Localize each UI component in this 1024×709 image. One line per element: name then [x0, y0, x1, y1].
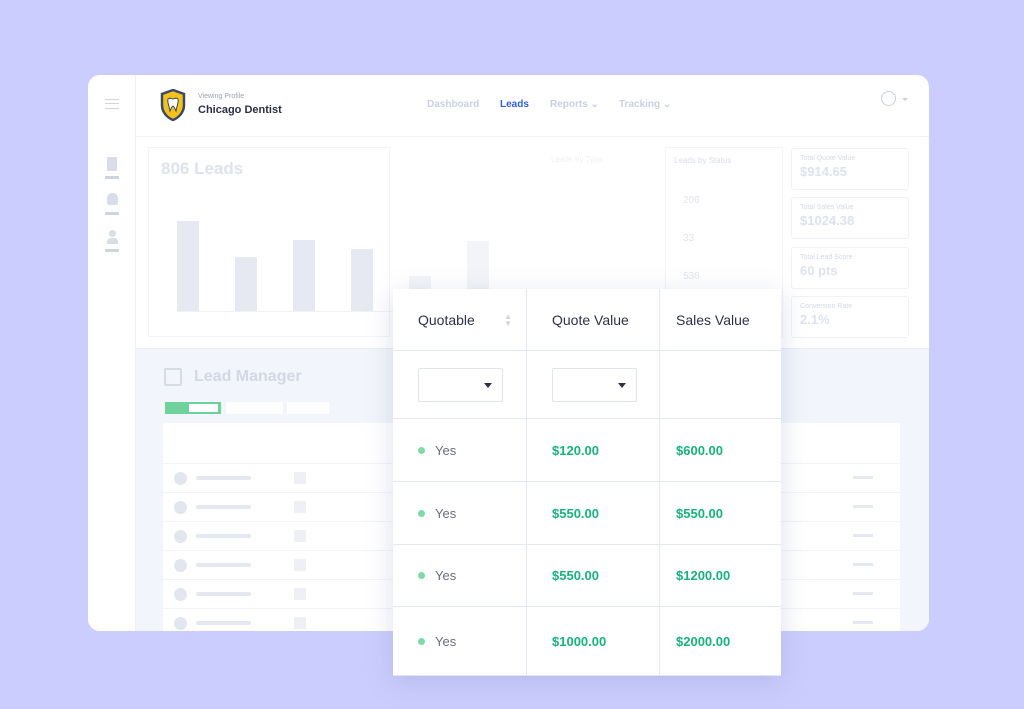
stat-total-lead-score: Total Lead Score 60 pts — [791, 247, 909, 289]
chevron-down-icon[interactable] — [902, 98, 908, 104]
quote-value-filter-dropdown[interactable] — [552, 367, 637, 402]
quotable-cell: Yes — [393, 419, 527, 482]
nav-reports[interactable]: Reports ⌄ — [550, 99, 599, 110]
quotable-value: Yes — [435, 442, 457, 458]
menu-icon[interactable] — [105, 99, 119, 109]
quote-value-cell: $120.00 — [527, 419, 660, 482]
filter-chip[interactable] — [287, 402, 329, 414]
stat-total-sales-value: Total Sales Value $1024.38 — [791, 197, 909, 239]
building-icon[interactable] — [105, 157, 119, 179]
sales-value-cell: $550.00 — [660, 482, 781, 545]
sales-value-cell: $1200.00 — [660, 545, 781, 607]
sales-value-cell: $600.00 — [660, 419, 781, 482]
quote-value-cell: $1000.00 — [527, 607, 660, 676]
stat-value: $1024.38 — [800, 213, 855, 228]
column-label: Quotable — [418, 311, 475, 328]
type-title: Leads by Type — [551, 155, 603, 164]
stat-value: 2.1% — [800, 312, 830, 327]
chart-bar — [177, 221, 199, 311]
quotable-value: Yes — [435, 633, 457, 649]
lead-manager-icon — [164, 368, 182, 386]
chart-bar — [293, 240, 315, 311]
header: Viewing Profile Chicago Dentist Dashboar… — [136, 75, 929, 137]
account-avatar-icon[interactable] — [881, 91, 896, 106]
quote-filter-cell — [527, 351, 660, 419]
status-dot — [418, 572, 425, 579]
stat-value: $914.65 — [800, 164, 847, 179]
chart-bar — [235, 257, 257, 311]
quotable-value: Yes — [435, 505, 457, 521]
status-count: 33 — [683, 233, 695, 244]
status-dot — [418, 446, 425, 454]
status-title: Leads by Status — [674, 156, 732, 165]
lead-manager-title: Lead Manager — [194, 368, 302, 385]
team-icon[interactable] — [105, 193, 119, 215]
column-header-quotable[interactable]: Quotable ▲ ▼ — [393, 289, 527, 351]
status-count: 538 — [683, 271, 700, 282]
quotable-cell: Yes — [393, 545, 527, 607]
profile-name: Chicago Dentist — [198, 104, 282, 116]
tooth-shield-logo — [160, 89, 186, 121]
quotable-filter-dropdown[interactable] — [418, 367, 503, 402]
sales-filter-cell — [660, 351, 781, 419]
sort-icon[interactable]: ▲ ▼ — [504, 312, 512, 327]
stat-conversion-rate: Conversion Rate 2.1% — [791, 296, 909, 338]
nav-dashboard[interactable]: Dashboard — [427, 99, 479, 110]
sales-value-cell: $2000.00 — [660, 607, 781, 676]
quotable-cell: Yes — [393, 607, 527, 676]
column-header-sales-value[interactable]: Sales Value — [660, 289, 781, 351]
viewing-profile-label: Viewing Profile — [198, 93, 245, 100]
stat-label: Total Quote Value — [800, 155, 856, 162]
user-icon[interactable] — [105, 230, 119, 252]
sidebar — [88, 75, 136, 631]
leads-count-title: 806 Leads — [161, 159, 244, 178]
stat-label: Conversion Rate — [800, 303, 853, 310]
status-dot — [418, 509, 425, 517]
chart-bar — [351, 249, 373, 311]
nav-tracking[interactable]: Tracking ⌄ — [619, 99, 671, 110]
nav-leads[interactable]: Leads — [500, 99, 529, 110]
column-header-quote-value[interactable]: Quote Value — [527, 289, 660, 351]
quote-value-cell: $550.00 — [527, 482, 660, 545]
filter-toggle[interactable] — [165, 402, 221, 414]
quote-value-cell: $550.00 — [527, 545, 660, 607]
quotable-value: Yes — [435, 568, 457, 583]
stat-label: Total Lead Score — [800, 254, 853, 261]
leads-table-detail: Quotable ▲ ▼ Quote Value Sales Value Yes $… — [393, 289, 781, 676]
quotable-filter-cell — [393, 351, 527, 419]
stat-label: Total Sales Value — [800, 204, 854, 211]
stat-value: 60 pts — [800, 263, 838, 278]
filter-chip[interactable] — [226, 402, 283, 414]
stat-total-quote-value: Total Quote Value $914.65 — [791, 148, 909, 190]
quotable-cell: Yes — [393, 482, 527, 545]
leads-chart-card: 806 Leads — [148, 147, 497, 337]
status-count: 206 — [683, 195, 700, 206]
status-dot — [418, 637, 425, 645]
